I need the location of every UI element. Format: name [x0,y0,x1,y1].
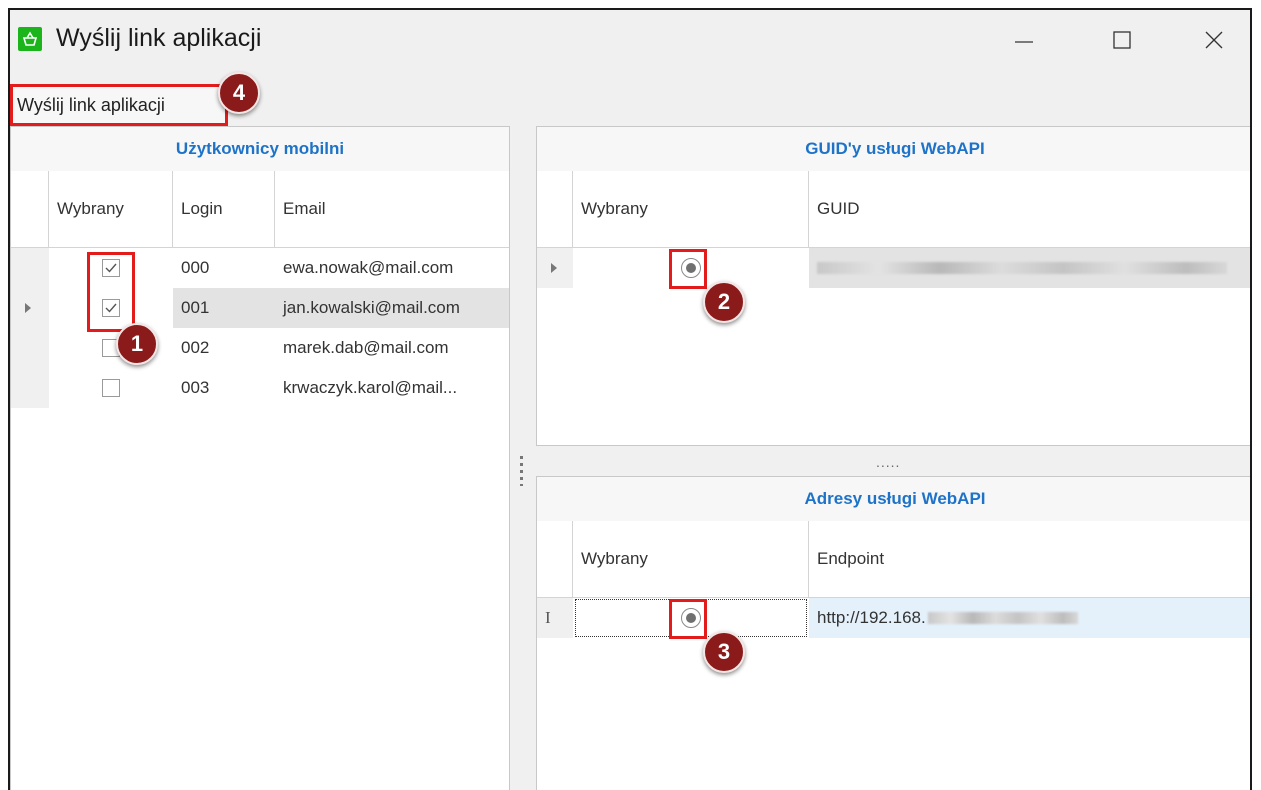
guid-title: GUID'y usługi WebAPI [537,127,1250,172]
splitter-grip-icon [520,456,523,486]
email-cell: marek.dab@mail.com [283,338,449,357]
webapi-address-panel: Adresy usługi WebAPI Wybrany Endpoint I … [536,476,1250,790]
guid-cell [809,248,1250,288]
endpoint-value: http://192.168. [817,608,926,627]
login-cell: 003 [181,378,210,397]
close-icon [1205,31,1223,49]
mobile-users-title: Użytkownicy mobilni [11,127,509,172]
table-row[interactable] [537,248,1250,288]
table-row[interactable]: 001 jan.kowalski@mail.com [11,288,509,328]
checkbox-highlight-box [87,252,135,332]
maximize-icon [1113,31,1131,49]
horizontal-splitter[interactable]: ..... [536,446,1250,476]
col-selected-header[interactable]: Wybrany [49,171,173,247]
basket-app-icon [18,27,42,51]
edit-row-indicator-icon: I [537,598,573,638]
login-cell: 001 [181,298,210,317]
row-indicator-cell [537,248,573,288]
row-indicator-header [537,171,573,247]
step-badge-3: 3 [703,631,745,673]
row-checkbox-cell[interactable] [49,368,173,408]
email-cell: ewa.nowak@mail.com [283,258,454,277]
blurred-endpoint-value [927,612,1078,624]
toolbar: Wyślij link aplikacji 4 [10,70,1250,128]
email-cell: krwaczyk.karol@mail... [283,378,458,397]
table-row[interactable]: 003 krwaczyk.karol@mail... [11,368,509,408]
row-indicator-header [11,171,49,247]
col-endpoint-header[interactable]: Endpoint [809,521,1250,597]
send-app-link-button[interactable]: Wyślij link aplikacji [10,84,228,126]
table-row[interactable]: I http://192.168. [537,598,1250,638]
close-button[interactable] [1184,22,1244,58]
guid-radio-highlight-box [669,249,707,289]
row-indicator-header [537,521,573,597]
window-title: Wyślij link aplikacji [56,24,262,52]
endpoint-radio-highlight-box [669,599,707,639]
guid-panel: GUID'y usługi WebAPI Wybrany GUID 2 [536,126,1250,446]
minimize-icon [1015,41,1033,43]
col-selected-header[interactable]: Wybrany [573,521,809,597]
selected-checkbox[interactable] [102,379,120,397]
email-cell: jan.kowalski@mail.com [283,298,460,317]
col-guid-header[interactable]: GUID [809,171,1250,247]
current-row-indicator-icon [551,263,557,273]
login-cell: 002 [181,338,210,357]
table-row[interactable]: 000 ewa.nowak@mail.com [11,248,509,288]
endpoint-cell[interactable]: http://192.168. [809,598,1250,638]
guid-header: Wybrany GUID [537,171,1250,248]
vertical-splitter[interactable] [510,126,536,790]
table-row[interactable]: 002 marek.dab@mail.com [11,328,509,368]
splitter-grip: ..... [876,454,901,470]
send-app-link-window: Wyślij link aplikacji Wyślij link aplika… [8,8,1252,790]
blurred-guid-value [817,262,1227,274]
send-app-link-label: Wyślij link aplikacji [17,94,165,115]
mobile-users-header: Wybrany Login Email [11,171,509,248]
maximize-button[interactable] [1092,22,1152,58]
login-cell: 000 [181,258,210,277]
current-row-indicator-icon [25,303,31,313]
mobile-users-panel: Użytkownicy mobilni Wybrany Login Email … [10,126,510,790]
col-email-header[interactable]: Email [275,171,509,247]
address-header: Wybrany Endpoint [537,521,1250,598]
step-badge-2: 2 [703,281,745,323]
col-login-header[interactable]: Login [173,171,275,247]
title-bar: Wyślij link aplikacji [10,10,1250,70]
col-selected-header[interactable]: Wybrany [573,171,809,247]
step-badge-4: 4 [218,72,260,114]
minimize-button[interactable] [994,22,1054,58]
address-title: Adresy usługi WebAPI [537,477,1250,522]
step-badge-1: 1 [116,323,158,365]
